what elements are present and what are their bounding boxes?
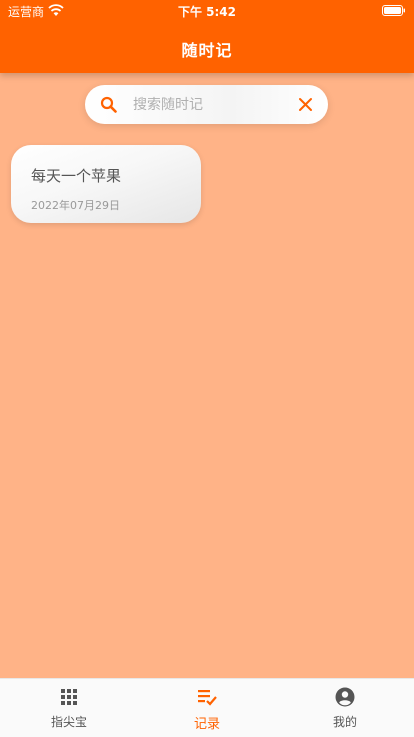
status-time: 下午 5:42 [177, 5, 237, 19]
account-circle-icon [335, 687, 355, 707]
tab-label-fingertip: 指尖宝 [50, 715, 87, 729]
search-icon[interactable] [100, 96, 117, 113]
status-bar: 运营商 下午 5:42 [0, 0, 414, 22]
page-title: 随时记 [181, 41, 233, 60]
note-title: 每天一个苹果 [31, 167, 122, 185]
tab-mine[interactable]: 我的 [276, 679, 414, 737]
app-header: 运营商 下午 5:42 随时记 [0, 0, 414, 73]
apps-grid-icon [61, 689, 77, 705]
tab-records[interactable]: 记录 [138, 679, 276, 737]
bottom-tab-bar: 指尖宝 记录 我的 [0, 678, 414, 737]
note-date: 2022年07月29日 [31, 199, 120, 212]
tab-label-mine: 我的 [332, 715, 357, 729]
search-input[interactable] [133, 85, 283, 124]
search-bar[interactable] [85, 85, 328, 124]
note-card[interactable]: 每天一个苹果 2022年07月29日 [11, 145, 201, 223]
tab-label-records: 记录 [193, 717, 220, 732]
tab-fingertip[interactable]: 指尖宝 [0, 679, 138, 737]
battery-icon [382, 5, 405, 16]
notes-check-icon [198, 690, 217, 706]
close-icon[interactable] [298, 97, 313, 112]
